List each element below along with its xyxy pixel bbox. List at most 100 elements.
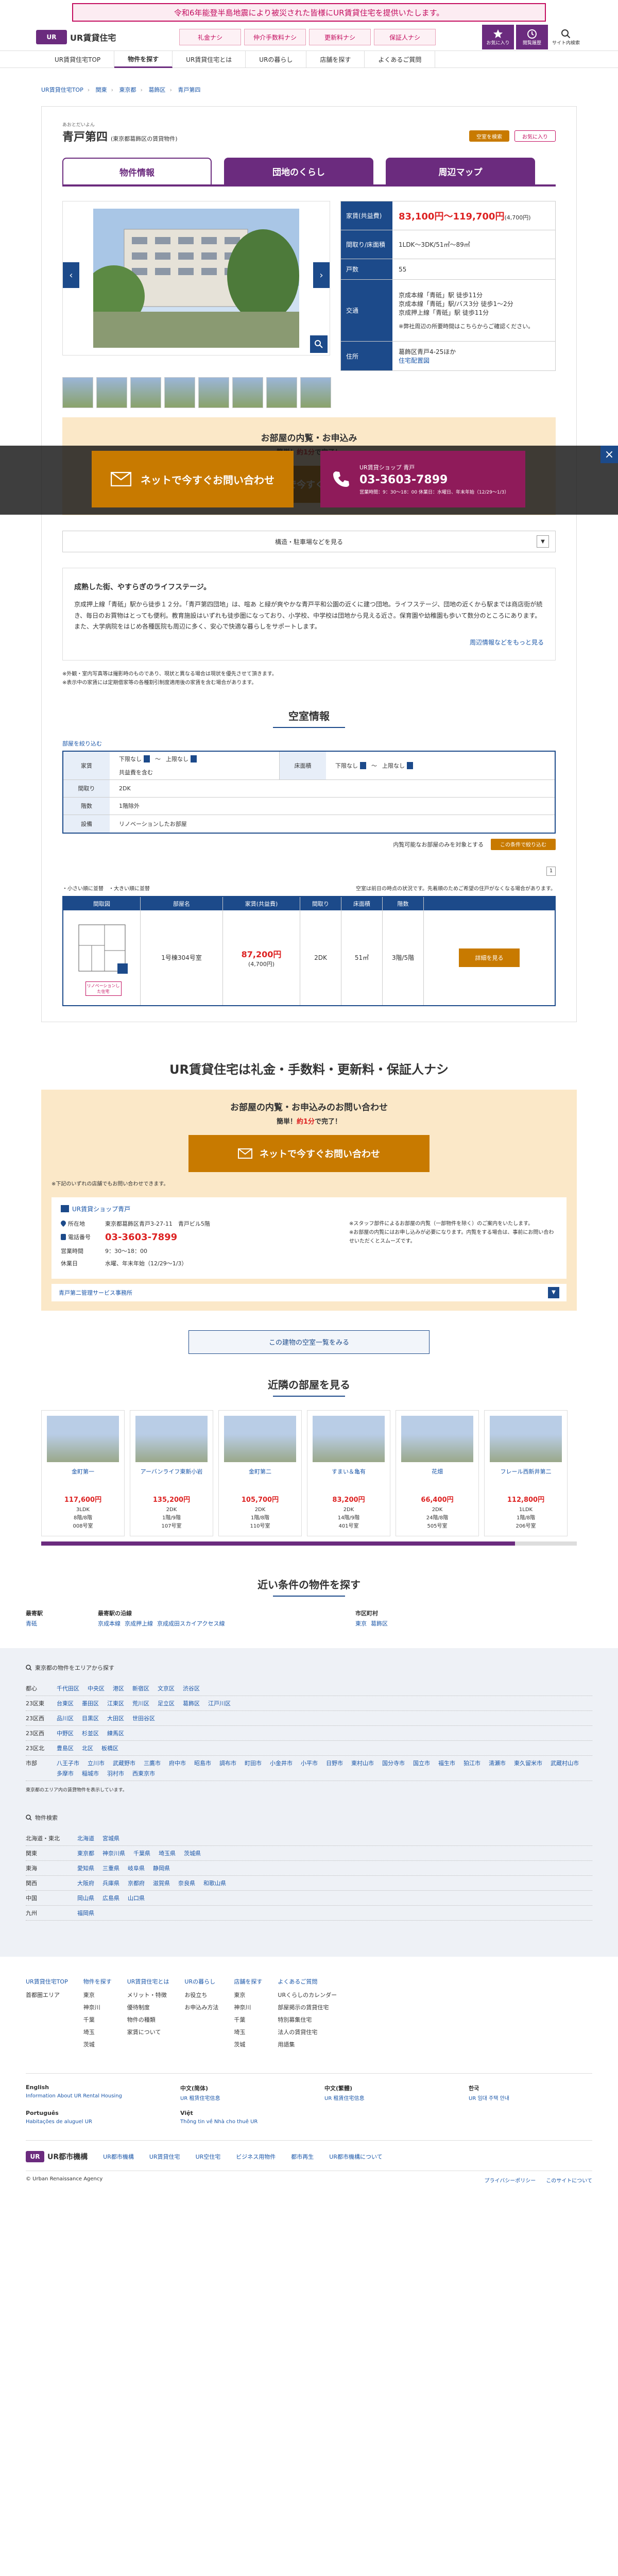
pref-link[interactable]: 福岡県 xyxy=(77,1910,94,1917)
nearby-card-name[interactable]: アーバンライフ東新小岩 xyxy=(135,1467,208,1483)
corp-link[interactable]: UR賃貸住宅 xyxy=(149,2153,180,2161)
area-link[interactable]: 立川市 xyxy=(88,1759,105,1767)
sort-links[interactable]: ・小さい順に並替 ・大きい順に並替 xyxy=(62,884,150,892)
tab-map[interactable]: 周辺マップ xyxy=(386,158,535,184)
breadcrumb-kanto[interactable]: 関東 xyxy=(96,87,107,93)
pref-link[interactable]: 大阪府 xyxy=(77,1880,94,1887)
sitemap-item[interactable]: 千葉 xyxy=(83,2015,112,2024)
corp-link[interactable]: 都市再生 xyxy=(291,2153,314,2161)
area-link[interactable]: 東村山市 xyxy=(351,1759,374,1767)
layout-map-link[interactable]: 住宅配置図 xyxy=(399,356,549,365)
area-link[interactable]: 足立区 xyxy=(158,1700,175,1707)
corp-logo[interactable]: UR UR都市機構 xyxy=(26,2150,88,2162)
nearby-scrollbar-thumb[interactable] xyxy=(41,1541,515,1546)
nearby-card[interactable]: アーバンライフ東新小岩 135,200円 2DK 1階/9階 107号室 xyxy=(130,1410,213,1536)
area-link[interactable]: 葛飾区 xyxy=(183,1700,200,1707)
area-link[interactable]: 千代田区 xyxy=(57,1685,79,1692)
lang-link[interactable]: UR 租赁住宅信息 xyxy=(180,2096,220,2102)
nearby-card-name[interactable]: 金町第二 xyxy=(224,1467,296,1483)
rent-min-select[interactable]: 下限なし xyxy=(119,755,150,763)
pref-link[interactable]: 兵庫県 xyxy=(102,1880,119,1887)
sitemap-head[interactable]: 物件を探す xyxy=(83,1977,112,1986)
area-link[interactable]: 目黒区 xyxy=(82,1715,99,1722)
thumbnail[interactable] xyxy=(266,377,297,408)
floor-checkbox[interactable]: 1階除外 xyxy=(110,798,555,815)
area-max-select[interactable]: 上限なし xyxy=(382,761,413,770)
nearby-card[interactable]: フレール西新井第二 112,800円 1LDK 1階/8階 206号室 xyxy=(484,1410,568,1536)
thumbnail[interactable] xyxy=(300,377,331,408)
area-link[interactable]: 北区 xyxy=(82,1745,93,1752)
sitemap-item[interactable]: URくらしのカレンダー xyxy=(278,1991,337,1999)
cond-city-link[interactable]: 東京 xyxy=(355,1620,367,1627)
close-icon[interactable]: × xyxy=(600,446,618,463)
page-number[interactable]: 1 xyxy=(546,866,556,876)
favorites-button[interactable]: お気に入り xyxy=(482,25,514,49)
sitemap-item[interactable]: お申込み方法 xyxy=(184,2003,218,2011)
filter-label[interactable]: 部屋を絞り込む xyxy=(62,739,556,748)
thumbnail[interactable] xyxy=(130,377,161,408)
area-link[interactable]: 杉並区 xyxy=(82,1730,99,1737)
lang-link[interactable]: Habitações de aluguel UR xyxy=(26,2119,92,2125)
structure-accordion[interactable]: 構造・駐車場などを見る ▼ xyxy=(62,531,556,552)
gnav-shops[interactable]: 店舗を探す xyxy=(306,51,365,68)
area-link[interactable]: 八王子市 xyxy=(57,1759,79,1767)
area-link[interactable]: 府中市 xyxy=(169,1759,186,1767)
pref-link[interactable]: 東京都 xyxy=(77,1850,94,1857)
area-link[interactable]: 西東京市 xyxy=(132,1769,155,1777)
rent-max-select[interactable]: 上限なし xyxy=(166,755,197,763)
sitemap-item[interactable]: 物件の種類 xyxy=(127,2015,169,2024)
vacancy-search-button[interactable]: 空室を検索 xyxy=(469,130,509,142)
area-link[interactable]: 昭島市 xyxy=(194,1759,211,1767)
nearby-card-name[interactable]: フレール西新井第二 xyxy=(490,1467,562,1483)
sitemap-item[interactable]: 神奈川 xyxy=(234,2003,262,2011)
surroundings-link[interactable]: 周辺情報などをもっと見る xyxy=(470,639,544,646)
management-office-bar[interactable]: 青戸第二管理サービス事務所 ▼ xyxy=(52,1283,566,1301)
cond-line-link[interactable]: 京成成田スカイアクセス線 xyxy=(157,1620,225,1627)
area-link[interactable]: 世田谷区 xyxy=(132,1715,155,1722)
sitemap-head[interactable]: UR賃貸住宅とは xyxy=(127,1977,169,1986)
nearby-card[interactable]: 金町第一 117,600円 3LDK 8階/8階 008号室 xyxy=(41,1410,125,1536)
nearby-card[interactable]: 金町第二 105,700円 2DK 1階/8階 110号室 xyxy=(218,1410,302,1536)
cond-station-link[interactable]: 青砥 xyxy=(26,1620,37,1627)
pref-link[interactable]: 埼玉県 xyxy=(159,1850,176,1857)
breadcrumb-tokyo[interactable]: 東京都 xyxy=(119,87,136,93)
pref-link[interactable]: 北海道 xyxy=(77,1835,94,1842)
nearby-card-name[interactable]: 金町第一 xyxy=(47,1467,119,1483)
sitemap-item[interactable]: 首都圏エリア xyxy=(26,1991,68,1999)
sitemap-item[interactable]: 茨城 xyxy=(234,2040,262,2048)
sitemap-item[interactable]: 家賃について xyxy=(127,2028,169,2036)
thumbnail[interactable] xyxy=(62,377,93,408)
sitemap-item[interactable]: 部屋掲示の賃貸住宅 xyxy=(278,2003,337,2011)
sitemap-item[interactable]: 用語集 xyxy=(278,2040,337,2048)
sitemap-item[interactable]: お役立ち xyxy=(184,1991,218,1999)
area-link[interactable]: 台東区 xyxy=(57,1700,74,1707)
area-link[interactable]: 羽村市 xyxy=(107,1769,124,1777)
sitemap-item[interactable]: 神奈川 xyxy=(83,2003,112,2011)
area-link[interactable]: 東久留米市 xyxy=(514,1759,542,1767)
pref-link[interactable]: 奈良県 xyxy=(178,1880,195,1887)
nearby-card-name[interactable]: 花畑 xyxy=(401,1467,473,1483)
nearby-card-name[interactable]: すまい＆亀有 xyxy=(313,1467,385,1483)
area-link[interactable]: 豊島区 xyxy=(57,1745,74,1752)
nearby-card[interactable]: すまい＆亀有 83,200円 2DK 14階/9階 401号室 xyxy=(307,1410,390,1536)
gallery-next-button[interactable]: › xyxy=(313,262,330,288)
area-link[interactable]: 大田区 xyxy=(107,1715,124,1722)
corp-link[interactable]: UR都市機構について xyxy=(329,2153,382,2161)
nearby-card[interactable]: 花畑 66,400円 2DK 24階/8階 505号室 xyxy=(396,1410,479,1536)
privacy-link[interactable]: プライバシーポリシー xyxy=(484,2178,536,2184)
tab-life[interactable]: 団地のくらし xyxy=(224,158,373,184)
pref-link[interactable]: 滋賀県 xyxy=(153,1880,170,1887)
area-link[interactable]: 品川区 xyxy=(57,1715,74,1722)
area-link[interactable]: 武蔵野市 xyxy=(113,1759,135,1767)
cond-line-link[interactable]: 京成押上線 xyxy=(125,1620,153,1627)
favorite-add-button[interactable]: お気に入り xyxy=(514,130,556,142)
earthquake-notice[interactable]: 令和6年能登半島地震により被災された皆様にUR賃貸住宅を提供いたします。 xyxy=(72,3,546,22)
site-logo[interactable]: UR UR賃貸住宅 xyxy=(36,30,116,44)
corp-link[interactable]: UR空住宅 xyxy=(196,2153,221,2161)
pref-link[interactable]: 三重県 xyxy=(102,1865,119,1872)
lang-link[interactable]: UR 租賃住宅信息 xyxy=(324,2096,364,2102)
breadcrumb-katsushika[interactable]: 葛飾区 xyxy=(148,87,165,93)
zoom-button[interactable] xyxy=(310,335,328,353)
area-link[interactable]: 国立市 xyxy=(413,1759,430,1767)
pref-link[interactable]: 茨城県 xyxy=(184,1850,201,1857)
